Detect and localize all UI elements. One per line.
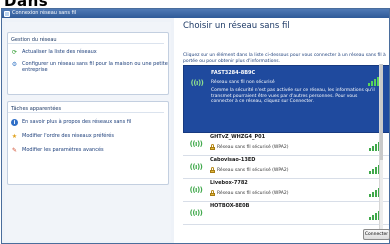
- refresh-icon: ⟳: [11, 48, 18, 56]
- network-list-scrollbar[interactable]: [379, 64, 383, 231]
- network-status: Réseau sans fil sécurisé (WPA2): [217, 145, 289, 150]
- network-tasks-title: Gestion du réseau: [8, 33, 164, 44]
- star-icon: ★: [11, 132, 18, 140]
- related-tasks-panel: Tâches apparentées i En savoir plus à pr…: [7, 101, 169, 185]
- main-panel: Choisir un réseau sans fil Cliquez sur u…: [174, 18, 389, 243]
- refresh-label: Actualiser la liste des réseaux: [22, 49, 97, 55]
- network-app-icon: [4, 10, 10, 17]
- network-item[interactable]: ((ı)) Livebox-7782 Réseau sans fil sécur…: [183, 179, 389, 202]
- network-ssid: HOTBOX-8E0B: [210, 203, 250, 209]
- refresh-network-list-link[interactable]: ⟳ Actualiser la liste des réseaux: [8, 49, 168, 55]
- network-status: Réseau sans fil non sécurisé: [211, 80, 275, 85]
- scrollbar-thumb[interactable]: [380, 64, 383, 160]
- lock-icon: [210, 190, 215, 196]
- wifi-icon: ((ı)): [189, 186, 203, 194]
- advanced-settings-link[interactable]: ✎ Modifier les paramètres avancés: [8, 147, 168, 153]
- network-item[interactable]: ((ı)) GHTvZ_WHZG4_P01 Réseau sans fil sé…: [183, 133, 389, 156]
- network-status: Réseau sans fil sécurisé (WPA2): [217, 191, 289, 196]
- learn-more-link[interactable]: i En savoir plus à propos des réseaux sa…: [8, 119, 168, 126]
- network-config-icon: ⚙: [11, 60, 18, 68]
- wifi-icon: ((ı)): [189, 140, 203, 148]
- window-titlebar[interactable]: Connexion réseau sans fil: [2, 9, 389, 18]
- network-status: Réseau sans fil sécurisé (WPA2): [217, 168, 289, 173]
- setup-home-network-link[interactable]: ⚙ Configurer un réseau sans fil pour la …: [8, 61, 168, 73]
- preferred-order-label: Modifier l'ordre des réseaux préférés: [22, 133, 114, 139]
- related-tasks-title: Tâches apparentées: [8, 102, 164, 113]
- page-heading: Dans: [4, 0, 49, 10]
- settings-icon: ✎: [11, 146, 18, 154]
- network-item[interactable]: ((ı)) HOTBOX-8E0B: [183, 202, 389, 225]
- wifi-icon: ((ı)): [189, 163, 203, 171]
- network-item-selected[interactable]: ((ı)) FAST3284-8B9C Réseau sans fil non …: [183, 65, 389, 133]
- network-ssid: GHTvZ_WHZG4_P01: [210, 134, 266, 140]
- wifi-icon: ((ı)): [190, 79, 204, 87]
- network-ssid: FAST3284-8B9C: [211, 70, 256, 76]
- wireless-connection-window: Connexion réseau sans fil Gestion du rés…: [1, 8, 390, 244]
- network-list: ((ı)) FAST3284-8B9C Réseau sans fil non …: [183, 65, 389, 225]
- network-tasks-panel: Gestion du réseau ⟳ Actualiser la liste …: [7, 32, 169, 95]
- window-title: Connexion réseau sans fil: [12, 10, 77, 16]
- main-title: Choisir un réseau sans fil: [183, 21, 290, 31]
- security-warning: Comme la sécurité n'est pas activée sur …: [211, 88, 375, 104]
- info-icon: i: [11, 119, 18, 126]
- wifi-icon: ((ı)): [189, 209, 203, 217]
- advanced-settings-label: Modifier les paramètres avancés: [22, 147, 104, 153]
- main-description: Cliquez sur un élément dans la liste ci-…: [183, 53, 386, 64]
- learn-more-label: En savoir plus à propos des réseaux sans…: [22, 119, 132, 125]
- lock-icon: [210, 144, 215, 150]
- lock-icon: [210, 167, 215, 173]
- preferred-order-link[interactable]: ★ Modifier l'ordre des réseaux préférés: [8, 133, 168, 139]
- connect-button[interactable]: Connecter: [363, 229, 390, 240]
- sidebar: Gestion du réseau ⟳ Actualiser la liste …: [5, 22, 171, 241]
- network-item[interactable]: ((ı)) Cabovisao-13ED Réseau sans fil séc…: [183, 156, 389, 179]
- setup-label: Configurer un réseau sans fil pour la ma…: [22, 61, 168, 73]
- network-ssid: Livebox-7782: [210, 180, 248, 186]
- network-ssid: Cabovisao-13ED: [210, 157, 256, 163]
